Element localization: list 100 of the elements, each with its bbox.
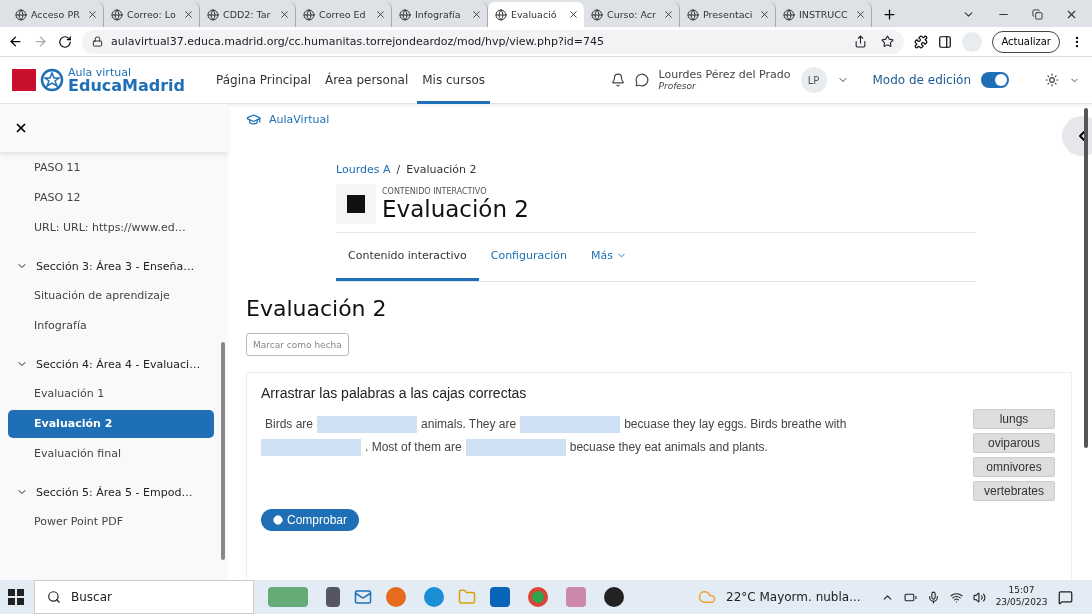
star-logo-icon [40, 68, 64, 92]
mail-icon[interactable] [354, 588, 372, 606]
sidebar-item[interactable]: PASO 12 [8, 184, 214, 212]
current-page-label: Evaluación 2 [406, 163, 477, 176]
draggable-word[interactable]: omnivores [973, 457, 1055, 477]
mark-done-button[interactable]: Marcar como hecha [246, 333, 349, 356]
close-icon[interactable] [375, 9, 386, 20]
weather-text: 22°C Mayorm. nubla... [726, 590, 861, 604]
logo-subtitle: Aula virtual [68, 66, 132, 78]
site-icon [111, 8, 123, 21]
microphone-icon [926, 590, 940, 604]
page-tab[interactable]: Contenido interactivo [336, 233, 479, 281]
draggable-word[interactable]: lungs [973, 409, 1055, 429]
restore-icon[interactable] [1032, 9, 1043, 20]
close-icon[interactable] [663, 9, 674, 20]
user-name: Lourdes Pérez del Prado [658, 68, 791, 82]
site-icon [687, 8, 699, 21]
site-icon [399, 8, 411, 21]
sidebar-item[interactable]: URL: URL: https://www.ed… [8, 214, 214, 242]
close-icon[interactable] [183, 9, 194, 20]
section-heading: Evaluación 2 [246, 296, 388, 321]
close-icon[interactable] [855, 9, 866, 20]
lock-icon [92, 36, 103, 47]
sidebar-section[interactable]: Sección 4: Área 4 - Evaluaci… [8, 350, 214, 378]
close-icon[interactable] [759, 9, 770, 20]
page-tab[interactable]: Configuración [478, 233, 580, 281]
sidebar-item[interactable]: PASO 11 [8, 154, 214, 182]
browser-tab[interactable]: CDD2: Tar [200, 2, 296, 27]
url-text: aulavirtual37.educa.madrid.org/cc.humanitas.torrejondeardoz/mod/hvp/view.php?id=745 [111, 35, 605, 48]
share-icon[interactable] [854, 35, 868, 48]
chat-icon[interactable] [634, 73, 649, 87]
close-icon[interactable] [471, 9, 482, 20]
edit-mode-toggle[interactable] [981, 72, 1009, 88]
activity-instruction: Arrastrar las palabras a las cajas correctas [261, 385, 528, 401]
site-icon [207, 8, 219, 21]
browser-tab[interactable]: Correo Ed [296, 2, 392, 27]
flag-logo [12, 69, 36, 91]
sidebar-section[interactable]: Sección 3: Área 3 - Enseña… [8, 252, 214, 280]
site-icon [591, 8, 603, 21]
site-link[interactable]: AulaVirtual [246, 112, 330, 127]
sidebar-item[interactable]: Evaluación 2 [8, 410, 214, 438]
check-button[interactable]: Comprobar [261, 509, 360, 531]
logo-title: EducaMadrid [68, 77, 186, 94]
page-tab[interactable]: Más [579, 233, 640, 281]
breadcrumb-link[interactable]: Lourdes A [336, 163, 391, 176]
sidebar-item[interactable]: Infografía [8, 312, 214, 340]
browser-tab[interactable]: INSTRUCC [776, 2, 872, 27]
nav-link[interactable]: Área personal [320, 56, 414, 104]
draggable-word[interactable]: vertebrates [973, 481, 1055, 501]
close-icon[interactable] [568, 9, 579, 20]
close-icon[interactable] [87, 9, 98, 20]
browser-tab[interactable]: Correo: Lo [104, 2, 200, 27]
edit-mode-label: Modo de edición [872, 73, 971, 87]
site-icon [783, 8, 795, 21]
windows-start-icon[interactable] [8, 589, 24, 605]
passage-text: Birds are [265, 417, 314, 431]
sidebar-section[interactable]: Sección 5: Área 5 - Empod… [8, 478, 214, 506]
activity-type: CONTENIDO INTERACTIVO [382, 186, 488, 196]
site-icon [303, 8, 315, 21]
section-title: Sección 4: Área 4 - Evaluaci… [36, 357, 201, 371]
scrollbar-thumb[interactable] [221, 342, 225, 560]
scrollbar-thumb[interactable] [1084, 108, 1088, 448]
breadcrumb-separator: / [396, 163, 401, 176]
passage-text: animals. They are [421, 417, 517, 431]
update-button[interactable]: Actualizar [992, 30, 1060, 53]
section-title: Sección 3: Área 3 - Enseña… [36, 259, 195, 273]
browser-tab[interactable]: Curso: Acr [584, 2, 680, 27]
side-panel-icon[interactable] [938, 34, 953, 49]
notifications-icon[interactable] [1057, 589, 1073, 605]
sidebar-item[interactable]: Power Point PDF [8, 508, 214, 536]
star-icon[interactable] [881, 35, 895, 48]
extensions-icon[interactable] [914, 34, 929, 49]
nav-link[interactable]: Mis cursos [417, 56, 490, 104]
close-icon[interactable] [279, 9, 290, 20]
nav-link[interactable]: Página Principal [211, 56, 316, 104]
user-role: Profesor [658, 81, 697, 92]
draggable-word[interactable]: oviparous [973, 433, 1055, 453]
reload-icon[interactable] [58, 34, 72, 49]
new-tab-icon[interactable] [882, 7, 897, 22]
search-icon [47, 590, 61, 604]
speaker-icon [972, 590, 986, 604]
weather-icon [698, 588, 716, 606]
page-title: Evaluación 2 [382, 195, 529, 222]
close-icon[interactable] [1065, 8, 1078, 21]
graduation-cap-icon [246, 112, 261, 127]
taskbar-search-field[interactable]: Buscar [34, 580, 254, 614]
sidebar-item[interactable]: Situación de aprendizaje [8, 282, 214, 310]
browser-tab[interactable]: Acceso PR [8, 2, 104, 27]
section-title: Sección 5: Área 5 - Empod… [36, 485, 193, 499]
bell-icon[interactable] [610, 73, 625, 87]
back-icon[interactable] [8, 34, 23, 49]
taskbar-clock[interactable]: 15:07 23/05/2023 [995, 585, 1048, 609]
sidebar-item[interactable]: Evaluación 1 [8, 380, 214, 408]
close-icon[interactable] [14, 121, 28, 135]
browser-tab[interactable]: Presentaci [680, 2, 776, 27]
user-avatar[interactable]: LP [800, 67, 827, 93]
circle-icon [273, 515, 283, 525]
address-bar[interactable]: aulavirtual37.educa.madrid.org/cc.humanitas.torrejondeardoz/mod/hvp/view.php?id=745 [82, 29, 905, 54]
sidebar-item[interactable]: Evaluación final [8, 440, 214, 468]
browser-tab[interactable]: Evaluació [488, 2, 584, 27]
